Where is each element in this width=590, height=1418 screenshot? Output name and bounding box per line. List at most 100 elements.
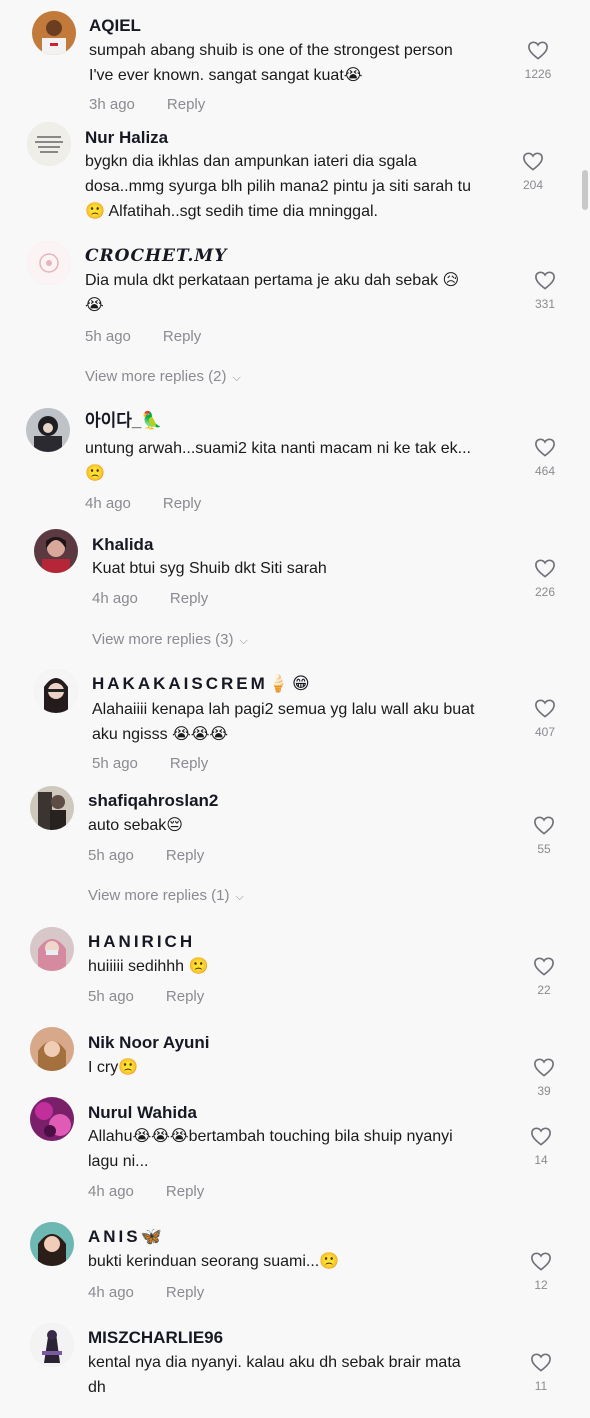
like-button[interactable]: 226: [525, 558, 565, 599]
comment-time: 4h ago: [88, 1183, 134, 1200]
comment-time: 5h ago: [85, 328, 131, 345]
comment-text: auto sebak😔: [88, 817, 183, 834]
like-count: 55: [537, 842, 551, 856]
comment-time: 5h ago: [88, 847, 134, 864]
like-button[interactable]: 12: [521, 1251, 561, 1292]
avatar[interactable]: [32, 11, 76, 55]
like-button[interactable]: 1226: [518, 40, 558, 81]
like-count: 22: [537, 983, 551, 997]
avatar[interactable]: [30, 1323, 74, 1367]
heart-outline-icon: [534, 1058, 554, 1077]
comment-text: bygkn dia ikhlas dan ampunkan iateri dia…: [85, 153, 471, 220]
username[interactable]: ANIS🦋: [88, 1227, 165, 1247]
username[interactable]: CROCHET.MY: [85, 246, 227, 266]
username[interactable]: Nurul Wahida: [88, 1103, 197, 1123]
like-button[interactable]: 11: [521, 1352, 561, 1393]
reply-button[interactable]: Reply: [167, 96, 205, 113]
comment-meta: 5h ago Reply: [92, 755, 208, 772]
chevron-down-icon: ⌵: [232, 372, 241, 384]
like-button[interactable]: 464: [525, 437, 565, 478]
heart-outline-icon: [523, 152, 543, 171]
username[interactable]: 아이다_🦜: [85, 411, 163, 431]
comment-meta: 4h ago Reply: [88, 1183, 204, 1200]
scrollbar[interactable]: [582, 170, 588, 210]
reply-button[interactable]: Reply: [170, 755, 208, 772]
username[interactable]: HAKAKAISCREM🍦😁: [92, 674, 313, 694]
view-more-replies[interactable]: View more replies (3) ⌵: [92, 631, 248, 648]
username[interactable]: Nik Noor Ayuni: [88, 1033, 210, 1053]
comment-text: bukti kerinduan seorang suami...🙁: [88, 1253, 340, 1270]
like-count: 1226: [524, 67, 552, 81]
reply-button[interactable]: Reply: [166, 1183, 204, 1200]
avatar[interactable]: [30, 786, 74, 830]
like-button[interactable]: 407: [525, 698, 565, 739]
like-button[interactable]: 55: [524, 815, 564, 856]
heart-outline-icon: [534, 816, 554, 835]
heart-outline-icon: [531, 1252, 551, 1271]
username[interactable]: shafiqahroslan2: [88, 791, 218, 811]
comment-meta: 4h ago Reply: [92, 590, 208, 607]
avatar[interactable]: [30, 927, 74, 971]
reply-button[interactable]: Reply: [163, 495, 201, 512]
username[interactable]: AQIEL: [89, 16, 141, 36]
comment-text: Dia mula dkt perkataan pertama je aku da…: [85, 272, 460, 314]
comment-text: untung arwah...suami2 kita nanti macam n…: [85, 440, 471, 482]
like-button[interactable]: 39: [524, 1057, 564, 1098]
comment-text: sumpah abang shuib is one of the stronge…: [89, 42, 453, 84]
avatar[interactable]: [30, 1027, 74, 1071]
reply-button[interactable]: Reply: [170, 590, 208, 607]
username[interactable]: Nur Haliza: [85, 128, 168, 148]
view-more-replies[interactable]: View more replies (2) ⌵: [85, 368, 241, 385]
avatar[interactable]: [27, 122, 71, 166]
reply-button[interactable]: Reply: [166, 847, 204, 864]
heart-outline-icon: [535, 438, 555, 457]
heart-outline-icon: [534, 957, 554, 976]
username[interactable]: HANIRICH: [88, 932, 195, 952]
comment-time: 4h ago: [85, 495, 131, 512]
comment-meta: 4h ago Reply: [85, 495, 201, 512]
like-count: 331: [534, 297, 556, 311]
comment-text: I cry🙁: [88, 1059, 139, 1076]
chevron-down-icon: ⌵: [239, 635, 248, 647]
like-button[interactable]: 331: [525, 270, 565, 311]
avatar[interactable]: [27, 241, 71, 285]
comment-time: 4h ago: [92, 590, 138, 607]
comment-time: 5h ago: [92, 755, 138, 772]
like-count: 11: [534, 1379, 548, 1393]
avatar[interactable]: [34, 529, 78, 573]
username[interactable]: MISZCHARLIE96: [88, 1328, 223, 1348]
heart-outline-icon: [531, 1127, 551, 1146]
like-count: 12: [534, 1278, 548, 1292]
comment-meta: 5h ago Reply: [88, 988, 204, 1005]
avatar[interactable]: [30, 1222, 74, 1266]
heart-outline-icon: [528, 41, 548, 60]
like-count: 407: [534, 725, 556, 739]
comment-meta: 5h ago Reply: [88, 847, 204, 864]
reply-button[interactable]: Reply: [166, 1284, 204, 1301]
comment-meta: 5h ago Reply: [85, 328, 201, 345]
like-count: 14: [534, 1153, 548, 1167]
reply-button[interactable]: Reply: [166, 988, 204, 1005]
comment-text: Allahu😭😭😭bertambah touching bila shuip n…: [88, 1128, 453, 1170]
comment-text: Kuat btui syg Shuib dkt Siti sarah: [92, 560, 327, 577]
comment-time: 5h ago: [88, 988, 134, 1005]
username[interactable]: Khalida: [92, 535, 153, 555]
like-button[interactable]: 14: [521, 1126, 561, 1167]
reply-button[interactable]: Reply: [163, 328, 201, 345]
avatar[interactable]: [34, 669, 78, 713]
view-more-label: View more replies (3): [92, 631, 234, 648]
like-count: 204: [522, 178, 544, 192]
comment-time: 4h ago: [88, 1284, 134, 1301]
like-count: 226: [534, 585, 556, 599]
view-more-replies[interactable]: View more replies (1) ⌵: [88, 887, 244, 904]
heart-outline-icon: [535, 271, 555, 290]
like-button[interactable]: 204: [513, 151, 553, 192]
heart-outline-icon: [531, 1353, 551, 1372]
heart-outline-icon: [535, 559, 555, 578]
avatar[interactable]: [30, 1097, 74, 1141]
comment-text: kental nya dia nyanyi. kalau aku dh seba…: [88, 1354, 461, 1396]
comment-meta: 4h ago Reply: [88, 1284, 204, 1301]
like-button[interactable]: 22: [524, 956, 564, 997]
avatar[interactable]: [26, 408, 70, 452]
comment-text: huiiiii sedihhh 🙁: [88, 958, 209, 975]
